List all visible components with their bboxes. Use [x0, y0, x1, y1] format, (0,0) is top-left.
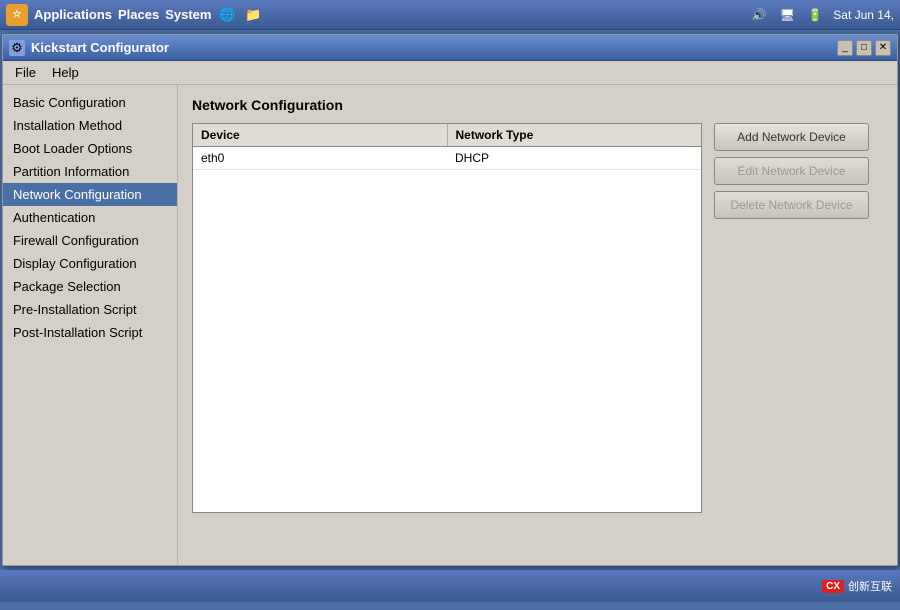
file-menu[interactable]: File	[7, 63, 44, 82]
taskbar-left: ☆ Applications Places System 🌐 📁	[6, 4, 263, 26]
table-header: Device Network Type	[193, 124, 701, 147]
logo-box-icon: CX	[822, 580, 844, 593]
section-title: Network Configuration	[192, 97, 883, 113]
sidebar-item-authentication[interactable]: Authentication	[3, 206, 177, 229]
taskbar-system[interactable]: System	[165, 7, 211, 22]
close-button[interactable]: ✕	[875, 40, 891, 56]
sidebar-item-partition-information[interactable]: Partition Information	[3, 160, 177, 183]
taskbar-app-icon: ☆	[6, 4, 28, 26]
column-header-network-type: Network Type	[448, 124, 702, 146]
taskbar: ☆ Applications Places System 🌐 📁 🔊 🖥 🔋 S…	[0, 0, 900, 30]
monitor-icon: 🖥	[777, 5, 797, 25]
main-content: Basic Configuration Installation Method …	[3, 85, 897, 565]
sidebar-item-display-configuration[interactable]: Display Configuration	[3, 252, 177, 275]
bottom-bar: CX 创新互联	[0, 570, 900, 602]
maximize-button[interactable]: □	[856, 40, 872, 56]
help-menu[interactable]: Help	[44, 63, 87, 82]
cell-device: eth0	[193, 147, 447, 169]
network-table: Device Network Type eth0 DHCP	[192, 123, 702, 513]
table-row[interactable]: eth0 DHCP	[193, 147, 701, 170]
taskbar-places[interactable]: Places	[118, 7, 159, 22]
minimize-button[interactable]: _	[837, 40, 853, 56]
sidebar-item-package-selection[interactable]: Package Selection	[3, 275, 177, 298]
cell-network-type: DHCP	[447, 147, 701, 169]
window-controls: _ □ ✕	[837, 40, 891, 56]
sidebar-item-basic-configuration[interactable]: Basic Configuration	[3, 91, 177, 114]
buttons-panel: Add Network Device Edit Network Device D…	[714, 123, 869, 219]
battery-icon: 🔋	[805, 5, 825, 25]
sidebar-item-network-configuration[interactable]: Network Configuration	[3, 183, 177, 206]
sidebar-item-pre-installation-script[interactable]: Pre-Installation Script	[3, 298, 177, 321]
taskbar-apps[interactable]: Applications	[34, 7, 112, 22]
content-area: Network Configuration Device Network Typ…	[178, 85, 897, 565]
titlebar-left: ⚙ Kickstart Configurator	[9, 40, 169, 56]
volume-icon: 🔊	[749, 5, 769, 25]
bottom-logo: CX 创新互联	[822, 578, 892, 594]
sidebar-item-installation-method[interactable]: Installation Method	[3, 114, 177, 137]
delete-network-device-button[interactable]: Delete Network Device	[714, 191, 869, 219]
edit-network-device-button[interactable]: Edit Network Device	[714, 157, 869, 185]
add-network-device-button[interactable]: Add Network Device	[714, 123, 869, 151]
window-icon: ⚙	[9, 40, 25, 56]
logo-text: 创新互联	[848, 578, 892, 594]
taskbar-right: 🔊 🖥 🔋 Sat Jun 14,	[749, 5, 894, 25]
content-row: Device Network Type eth0 DHCP Add Networ…	[192, 123, 883, 513]
window-title: Kickstart Configurator	[31, 40, 169, 55]
datetime-label: Sat Jun 14,	[833, 8, 894, 22]
sidebar-item-boot-loader-options[interactable]: Boot Loader Options	[3, 137, 177, 160]
kickstart-window: ⚙ Kickstart Configurator _ □ ✕ File Help…	[2, 34, 898, 566]
titlebar: ⚙ Kickstart Configurator _ □ ✕	[3, 35, 897, 61]
sidebar-item-firewall-configuration[interactable]: Firewall Configuration	[3, 229, 177, 252]
column-header-device: Device	[193, 124, 448, 146]
sidebar-item-post-installation-script[interactable]: Post-Installation Script	[3, 321, 177, 344]
network-icon: 🌐	[217, 5, 237, 25]
menubar: File Help	[3, 61, 897, 85]
sidebar: Basic Configuration Installation Method …	[3, 85, 178, 565]
folder-icon: 📁	[243, 5, 263, 25]
